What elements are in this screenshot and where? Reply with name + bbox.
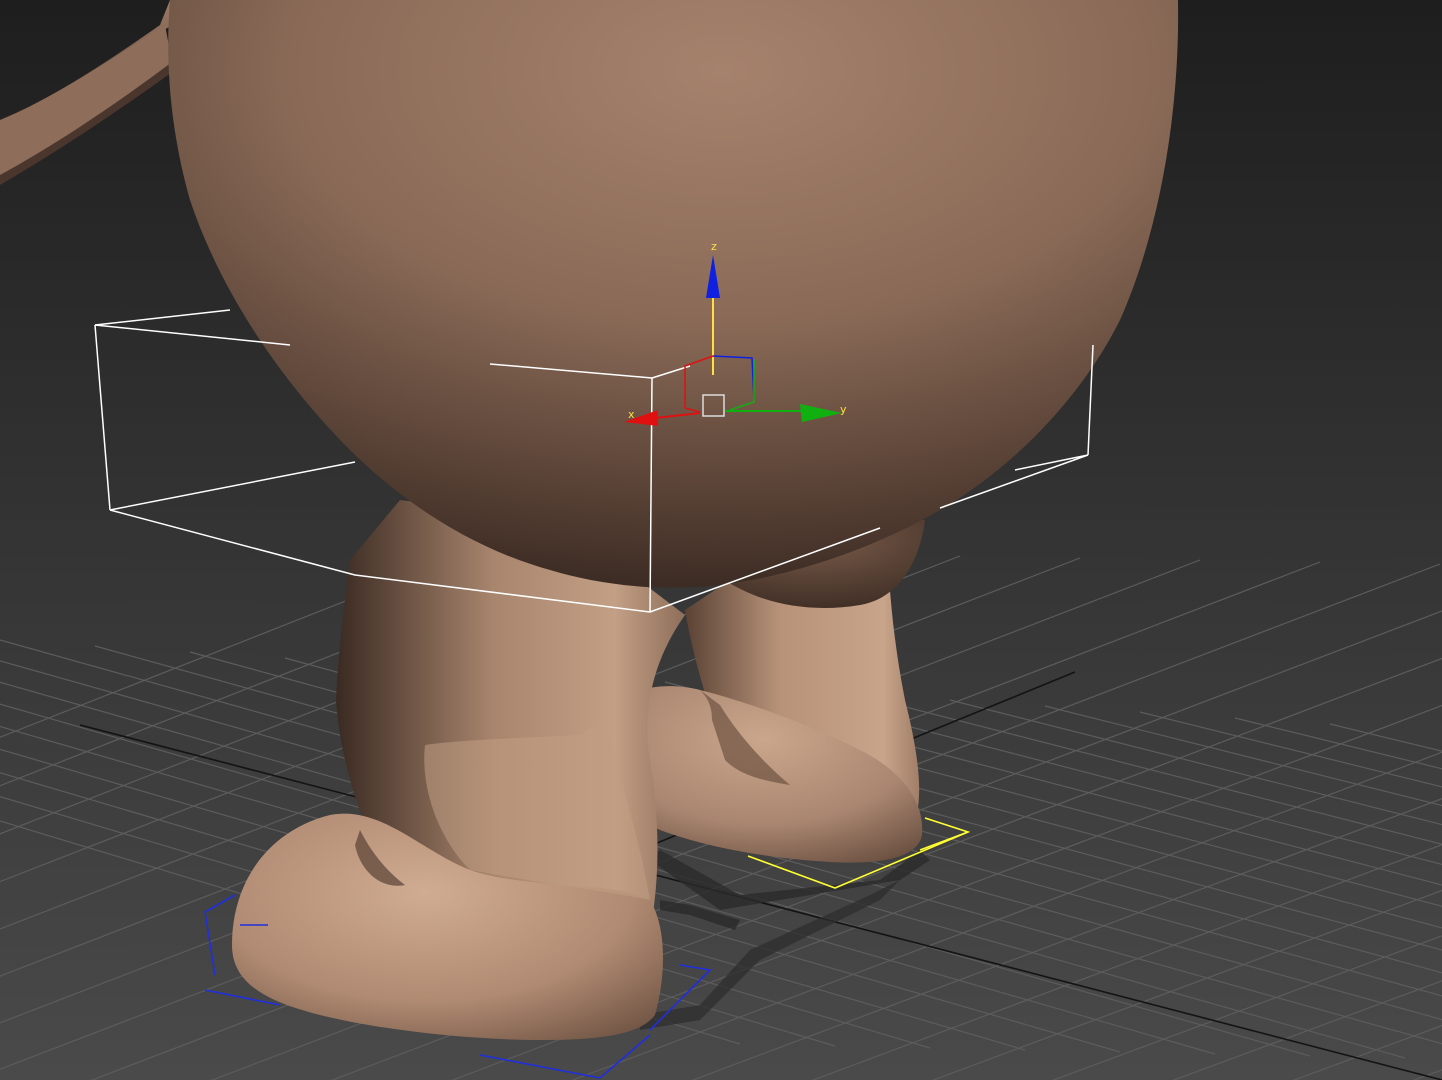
gizmo-z-label: z — [711, 240, 717, 253]
gizmo-x-label: x — [628, 408, 635, 421]
viewport-scene[interactable]: z y x — [0, 0, 1442, 1080]
perspective-viewport[interactable]: z y x — [0, 0, 1442, 1080]
gizmo-y-label: y — [840, 403, 847, 416]
